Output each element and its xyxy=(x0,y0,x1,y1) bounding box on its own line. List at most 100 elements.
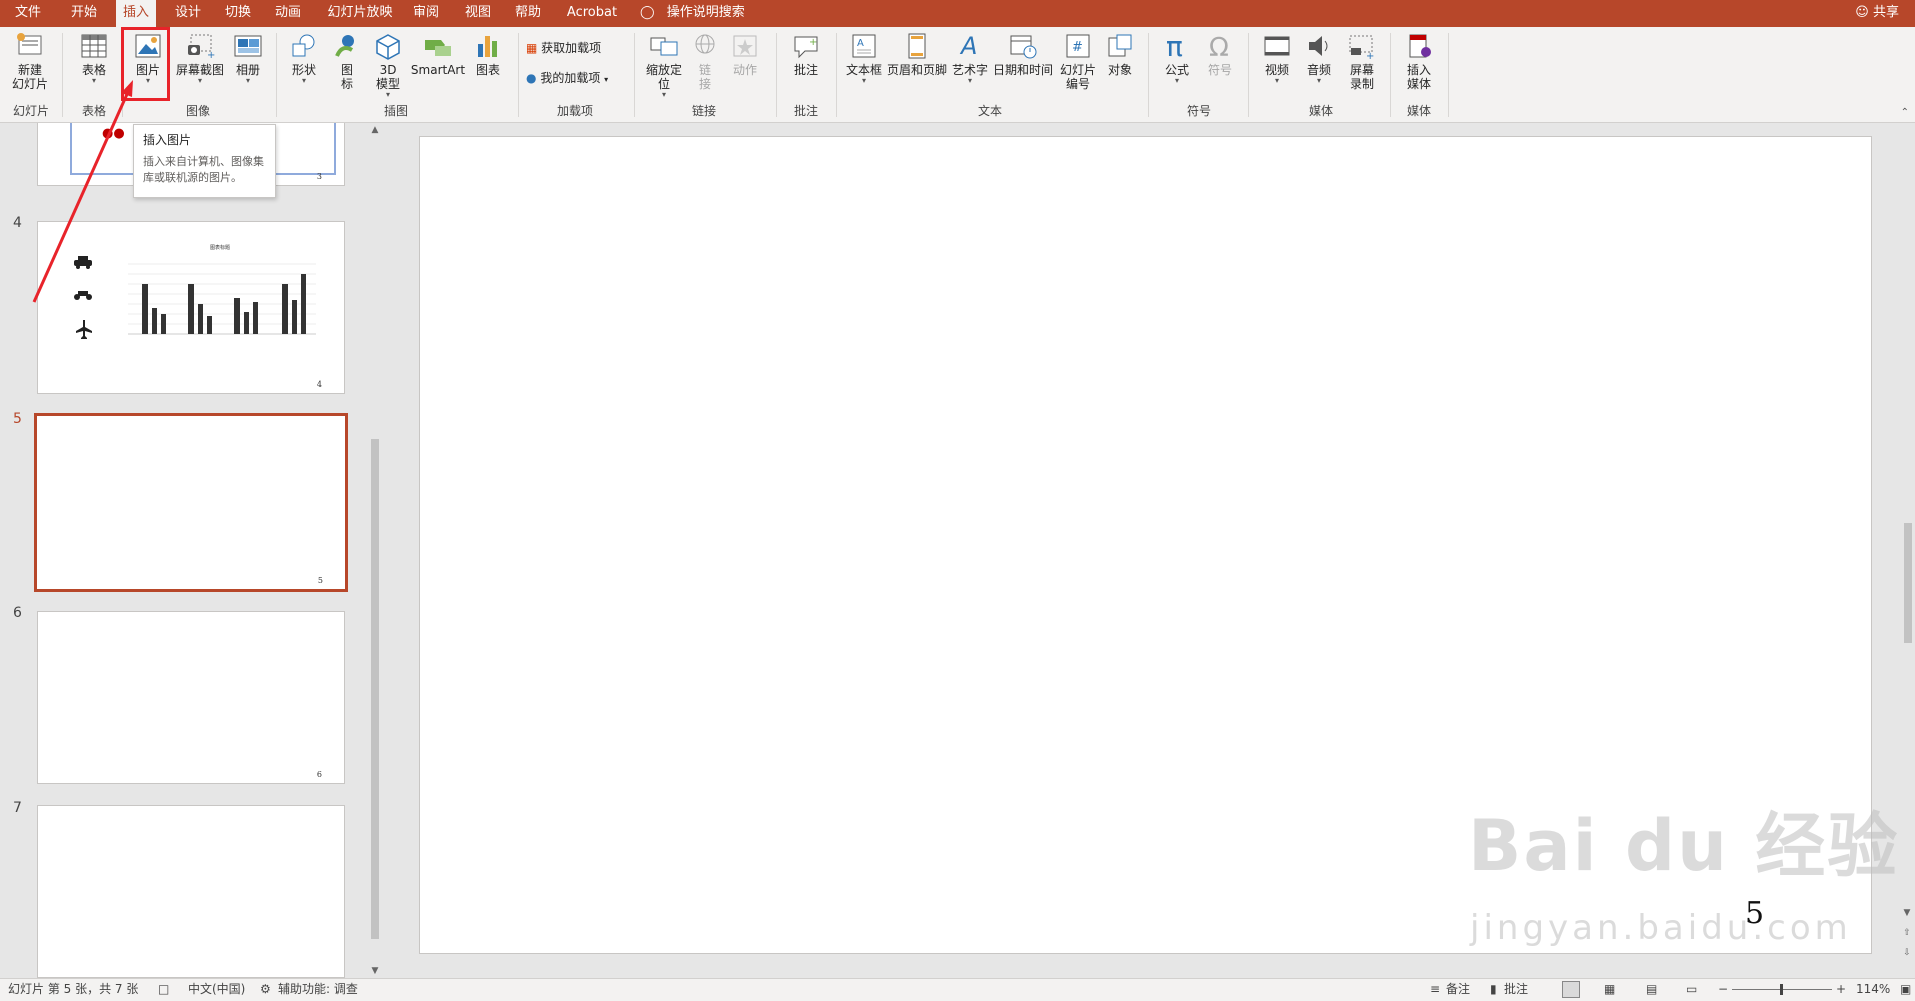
slide-thumbnail-6[interactable]: 6 xyxy=(37,611,345,784)
reading-view-icon[interactable]: ▤ xyxy=(1646,979,1657,1000)
header-footer-button[interactable]: 页眉和页脚 xyxy=(886,32,948,77)
share-button[interactable]: ☺ 共享 xyxy=(1855,0,1899,27)
notes-button[interactable]: 备注 xyxy=(1446,979,1470,1000)
addins-icon: ● xyxy=(526,71,537,85)
slide-sorter-icon[interactable]: ▦ xyxy=(1604,979,1615,1000)
3d-models-button[interactable]: 3D 模型 ▾ xyxy=(370,32,406,99)
get-addins-button[interactable]: ▦ 获取加载项 xyxy=(526,37,601,59)
my-addins-button[interactable]: ● 我的加载项 ▾ xyxy=(526,67,608,89)
thumb-page-number: 6 xyxy=(316,770,322,779)
normal-view-icon[interactable] xyxy=(1562,981,1580,998)
cube-icon xyxy=(376,34,400,60)
store-icon: ▦ xyxy=(526,41,538,55)
screenshot-button[interactable]: + 屏幕截图 ▾ xyxy=(174,32,226,85)
tab-animations[interactable]: 动画 xyxy=(266,0,310,27)
textbox-button[interactable]: A 文本框 ▾ xyxy=(844,32,884,85)
zoom-in-icon[interactable]: + xyxy=(1836,979,1846,1000)
link-button[interactable]: 链 接 xyxy=(690,32,720,91)
comments-icon[interactable]: ▮ xyxy=(1490,979,1497,1000)
accessibility-status[interactable]: 辅助功能: 调查 xyxy=(278,979,358,1000)
icons-icon xyxy=(335,35,354,57)
svg-text:+: + xyxy=(809,37,817,48)
scroll-up-icon[interactable]: ▲ xyxy=(368,125,382,135)
zoom-slider-thumb[interactable] xyxy=(1780,984,1783,995)
previous-slide-icon[interactable]: ⇧ xyxy=(1900,928,1914,938)
group-separator xyxy=(1248,33,1249,117)
smartart-icon xyxy=(425,40,451,56)
notes-icon[interactable]: ≡ xyxy=(1430,979,1440,1000)
symbol-button[interactable]: Ω 符号 xyxy=(1202,32,1238,77)
tab-home[interactable]: 开始 xyxy=(62,0,106,27)
wordart-button[interactable]: A 艺术字 ▾ xyxy=(950,32,990,85)
screen-recording-icon: + xyxy=(1349,35,1374,60)
accessibility-icon[interactable]: ⚙ xyxy=(260,979,271,1000)
fit-to-window-icon[interactable]: ▣ xyxy=(1900,979,1911,1000)
equation-button[interactable]: π 公式 ▾ xyxy=(1158,32,1196,85)
table-icon xyxy=(81,34,107,58)
scroll-down-icon[interactable]: ▼ xyxy=(1900,908,1914,918)
zoom-icon xyxy=(650,37,678,56)
airplane-icon xyxy=(76,320,92,339)
icons-button[interactable]: 图 标 xyxy=(332,32,362,91)
chart-button[interactable]: 图表 xyxy=(470,32,506,77)
edit-scroll-thumb[interactable] xyxy=(1904,523,1912,643)
slideshow-icon[interactable]: ▭ xyxy=(1686,979,1697,1000)
group-separator xyxy=(62,33,63,117)
zoom-button[interactable]: 缩放定 位 ▾ xyxy=(642,32,686,99)
insert-media-button[interactable]: 插入 媒体 xyxy=(1398,32,1440,91)
slide-number-label: 6 xyxy=(13,605,22,621)
video-button[interactable]: 视频 ▾ xyxy=(1258,32,1296,85)
notes-check-icon[interactable]: □ xyxy=(158,979,169,1000)
table-button[interactable]: 表格 ▾ xyxy=(72,32,116,85)
thumbnail-scrollbar[interactable]: ▲ ▼ xyxy=(367,123,383,978)
ribbon-tab-bar: 文件 开始 插入 设计 切换 动画 幻灯片放映 审阅 视图 帮助 Acrobat… xyxy=(0,0,1915,28)
zoom-level[interactable]: 114% xyxy=(1856,979,1890,1000)
car-icon: ●● xyxy=(102,126,125,141)
slide-thumbnail-7[interactable] xyxy=(37,805,345,978)
collapse-ribbon-icon[interactable]: ⌃ xyxy=(1901,107,1909,118)
tab-view[interactable]: 视图 xyxy=(456,0,500,27)
group-separator xyxy=(276,33,277,117)
tab-design[interactable]: 设计 xyxy=(166,0,210,27)
audio-button[interactable]: 音频 ▾ xyxy=(1300,32,1338,85)
group-separator xyxy=(776,33,777,117)
slide-thumbnail-4[interactable]: 图表标题 4 xyxy=(37,221,345,394)
group-label-comments: 批注 xyxy=(793,104,818,118)
group-label-links: 链接 xyxy=(691,104,716,118)
date-time-button[interactable]: 日期和时间 xyxy=(992,32,1054,77)
object-button[interactable]: 对象 xyxy=(1104,32,1136,77)
tab-slideshow[interactable]: 幻灯片放映 xyxy=(318,0,402,27)
object-icon xyxy=(1108,34,1132,57)
pi-icon: π xyxy=(1166,32,1183,60)
action-button[interactable]: 动作 xyxy=(728,32,762,77)
tab-insert[interactable]: 插入 xyxy=(116,0,156,28)
scroll-thumb[interactable] xyxy=(371,439,379,939)
tab-review[interactable]: 审阅 xyxy=(404,0,448,27)
language-indicator[interactable]: 中文(中国) xyxy=(188,979,245,1000)
comments-button[interactable]: 批注 xyxy=(1504,979,1528,1000)
tab-file[interactable]: 文件 xyxy=(6,0,50,27)
calendar-icon xyxy=(1010,35,1037,59)
smartart-button[interactable]: SmartArt xyxy=(410,32,466,77)
tab-help[interactable]: 帮助 xyxy=(506,0,550,27)
new-slide-button[interactable]: 新建 幻灯片 xyxy=(8,32,52,91)
comment-button[interactable]: + 批注 xyxy=(786,32,826,77)
photo-album-button[interactable]: 相册 ▾ xyxy=(230,32,266,85)
screen-recording-button[interactable]: + 屏幕 录制 xyxy=(1342,32,1382,91)
thumb-4-content: 图表标题 xyxy=(74,244,316,339)
scroll-down-icon[interactable]: ▼ xyxy=(368,966,382,976)
thumb-chart-title: 图表标题 xyxy=(210,244,230,251)
group-separator xyxy=(1448,33,1449,117)
screenshot-icon: + xyxy=(188,34,215,60)
slide-number-button[interactable]: # 幻灯片 编号 xyxy=(1056,32,1100,91)
tab-acrobat[interactable]: Acrobat xyxy=(560,0,624,27)
tell-me-search[interactable]: ◯ 操作说明搜索 xyxy=(640,0,745,27)
slide-thumbnail-5[interactable]: 5 xyxy=(34,413,348,592)
edit-area-scrollbar[interactable]: ▼ ⇧ ⇩ xyxy=(1900,123,1915,978)
zoom-out-icon[interactable]: − xyxy=(1718,979,1728,1000)
group-label-slides: 幻灯片 xyxy=(12,104,49,118)
tab-transitions[interactable]: 切换 xyxy=(216,0,260,27)
textbox-icon: A xyxy=(852,34,876,58)
shapes-button[interactable]: 形状 ▾ xyxy=(284,32,324,85)
next-slide-icon[interactable]: ⇩ xyxy=(1900,948,1914,958)
